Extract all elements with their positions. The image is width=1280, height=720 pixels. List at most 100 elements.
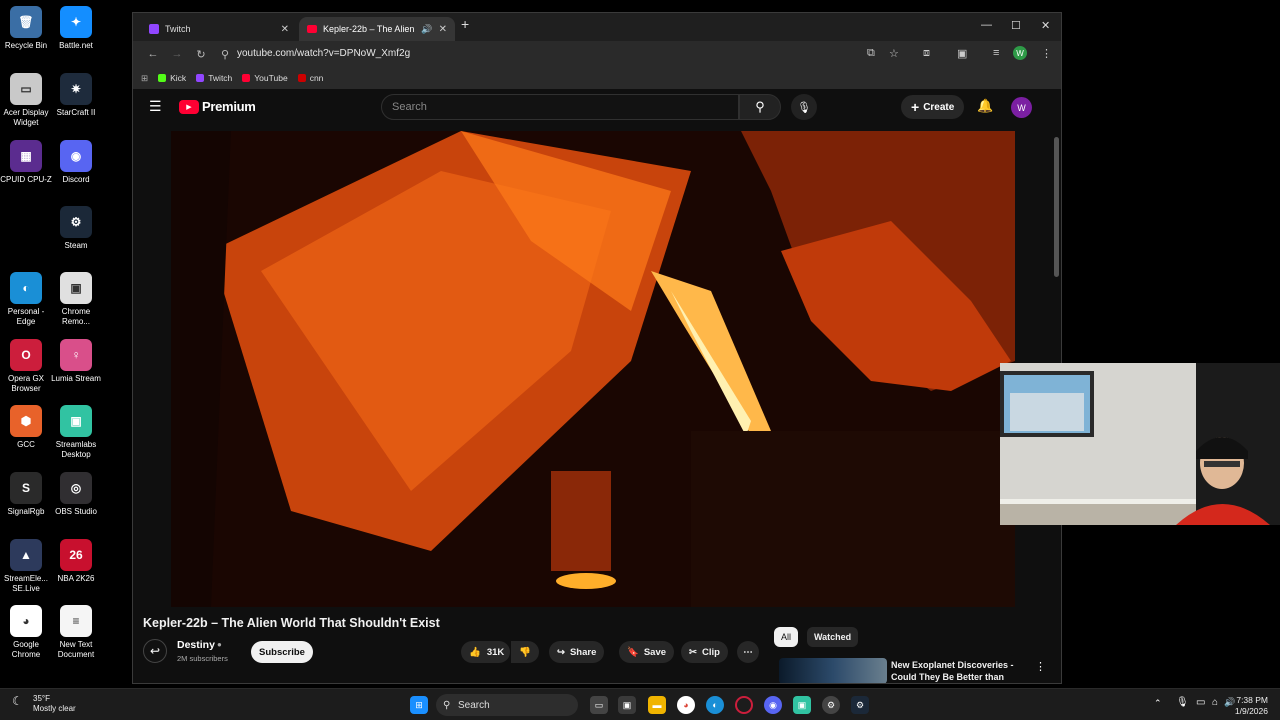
account-avatar[interactable]: W [1011, 97, 1032, 118]
app-icon: S [10, 472, 42, 504]
app-icon: O [10, 339, 42, 371]
scrollbar-thumb[interactable] [1054, 137, 1059, 277]
desktop-icon[interactable]: ◕ Google Chrome [0, 605, 52, 659]
thumbs-down-icon: 👎 [519, 646, 531, 658]
close-tab-icon[interactable]: ✕ [439, 24, 447, 35]
minimize-icon[interactable]: — [981, 19, 992, 31]
close-window-icon[interactable]: ✕ [1041, 19, 1050, 32]
tab-youtube-active[interactable]: Kepler-22b – The Alien Wo 🔊 ✕ [299, 17, 455, 41]
profile-avatar[interactable]: W [1013, 46, 1027, 60]
tray-display-icon[interactable]: ▭ [1196, 697, 1205, 708]
desktop-icon[interactable]: ♀ Lumia Stream [50, 339, 102, 384]
desktop-icon[interactable]: ⚙ Steam [50, 206, 102, 251]
like-button[interactable]: 👍 31K [461, 641, 511, 663]
settings-gear-icon[interactable]: ⚙ [822, 696, 840, 714]
tab-twitch[interactable]: Twitch ✕ [141, 17, 297, 41]
clip-button[interactable]: ✂ Clip [681, 641, 728, 663]
recommendation-menu-icon[interactable]: ⋮ [1035, 660, 1046, 673]
cast-icon[interactable]: ⧉ [867, 47, 875, 60]
tray-chevron-up-icon[interactable]: ⌃ [1154, 698, 1162, 709]
sidepanel-icon[interactable]: ▣ [957, 47, 967, 60]
desktop-icon[interactable]: ✦ Battle.net [50, 6, 102, 51]
search-input[interactable]: Search [381, 94, 739, 120]
video-player[interactable] [171, 131, 1015, 607]
task-view-icon[interactable]: ▭ [590, 696, 608, 714]
subscribe-button[interactable]: Subscribe [251, 641, 313, 663]
bookmark-twitch[interactable]: Twitch [196, 73, 232, 83]
windows-start-icon[interactable]: ⊞ [410, 696, 428, 714]
desktop-icon[interactable]: ▲ StreamEle... SE.Live [0, 539, 52, 593]
dislike-button[interactable]: 👎 [511, 641, 539, 663]
taskbar-clock[interactable]: 7:38 PM 1/9/2026 [1235, 695, 1268, 716]
desktop-icon[interactable]: S SignalRgb [0, 472, 52, 517]
filter-chip-all[interactable]: All [774, 627, 799, 647]
desktop-icon[interactable]: 26 NBA 2K26 [50, 539, 102, 584]
desktop-icon-label: Streamlabs Desktop [55, 440, 97, 459]
widgets-icon[interactable]: ▣ [618, 696, 636, 714]
site-info-icon[interactable]: ⚲ [213, 48, 237, 61]
desktop-icon[interactable]: ▣ Chrome Remo... [50, 272, 102, 326]
desktop-icon[interactable]: ▦ CPUID CPU-Z [0, 140, 52, 185]
bookmark-cnn[interactable]: cnn [297, 73, 323, 83]
desktop-icon[interactable]: ◎ OBS Studio [50, 472, 102, 517]
search-button[interactable]: ⚲ [739, 94, 781, 120]
opera-gx-taskbar-icon[interactable] [735, 696, 753, 714]
youtube-logo[interactable]: ▶ Premium [179, 99, 256, 114]
streamlabs-taskbar-icon[interactable]: ▣ [793, 696, 811, 714]
file-explorer-icon[interactable]: ▬ [648, 696, 666, 714]
close-tab-icon[interactable]: ✕ [281, 24, 289, 35]
create-button[interactable]: + Create [901, 95, 965, 119]
thumbs-up-icon: 👍 [469, 646, 481, 658]
desktop-icon[interactable]: ⬢ GCC [0, 405, 52, 450]
chrome-taskbar-icon[interactable]: ◕ [677, 696, 695, 714]
desktop-icon[interactable]: 🗑 Recycle Bin [0, 6, 52, 51]
recommendation-item[interactable]: New Exoplanet Discoveries - Could They B… [773, 658, 1053, 683]
desktop-icon[interactable]: ▣ Streamlabs Desktop [50, 405, 102, 459]
reload-icon[interactable]: ↻ [189, 48, 213, 61]
desktop-icon[interactable]: ▭ Acer Display Widget [0, 73, 52, 127]
bookmark-icon: 🔖 [627, 646, 639, 658]
menu-kebab-icon[interactable]: ⋮ [1041, 47, 1052, 60]
maximize-icon[interactable]: ☐ [1011, 19, 1021, 32]
notifications-bell-icon[interactable]: 🔔 [977, 98, 993, 114]
tray-volume-icon[interactable]: 🔊 [1224, 697, 1235, 708]
tray-network-icon[interactable]: ⌂ [1212, 697, 1218, 708]
clock-date: 1/9/2026 [1234, 705, 1268, 716]
url-text[interactable]: youtube.com/watch?v=DPNoW_Xmf2g [237, 48, 410, 59]
app-icon: ♀ [60, 339, 92, 371]
back-icon[interactable]: ← [141, 48, 165, 60]
desktop-icon-label: StarCraft II [56, 108, 96, 117]
desktop-icon[interactable]: ◐ Personal - Edge [0, 272, 52, 326]
hamburger-menu-icon[interactable]: ☰ [149, 98, 162, 115]
desktop-icon[interactable]: O Opera GX Browser [0, 339, 52, 393]
channel-name[interactable]: Destiny [177, 639, 215, 651]
filter-chip-watched[interactable]: Watched [807, 627, 859, 647]
desktop-icon[interactable]: ≡ New Text Document [50, 605, 102, 659]
share-button[interactable]: ↪ Share [549, 641, 605, 663]
desktop-icon-label: StreamEle... SE.Live [3, 574, 48, 593]
bookmark-kick[interactable]: Kick [158, 73, 186, 83]
desktop-icon[interactable]: ◉ Discord [50, 140, 102, 185]
media-icon[interactable]: ≡ [993, 47, 999, 59]
taskbar-search[interactable]: ⚲ Search [436, 694, 578, 716]
save-button[interactable]: 🔖 Save [619, 641, 675, 663]
voice-search-button[interactable]: 🎙 [791, 94, 817, 120]
tray-mic-icon[interactable]: 🎙 [1176, 697, 1189, 708]
apps-grid-icon[interactable]: ⊞ [141, 73, 148, 84]
forward-icon[interactable]: → [165, 48, 189, 60]
edge-taskbar-icon[interactable]: ◐ [706, 696, 724, 714]
desktop-icon-label: Opera GX Browser [7, 374, 44, 393]
extensions-icon[interactable]: ⧈ [923, 47, 930, 60]
channel-avatar[interactable]: ↩ [143, 639, 167, 663]
new-tab-icon[interactable]: + [461, 16, 469, 32]
speaker-icon[interactable]: 🔊 [421, 24, 432, 35]
weather-widget[interactable]: ☾ 35°F Mostly clear [12, 694, 76, 714]
steam-taskbar-icon[interactable]: ⚙ [851, 696, 869, 714]
more-actions-button[interactable]: ⋯ [737, 641, 759, 663]
bookmark-youtube[interactable]: YouTube [242, 73, 288, 83]
save-label: Save [643, 646, 667, 658]
desktop-icon[interactable]: ✷ StarCraft II [50, 73, 102, 118]
discord-taskbar-icon[interactable]: ◉ [764, 696, 782, 714]
bookmark-star-icon[interactable]: ☆ [889, 47, 899, 60]
app-icon: ▣ [60, 272, 92, 304]
